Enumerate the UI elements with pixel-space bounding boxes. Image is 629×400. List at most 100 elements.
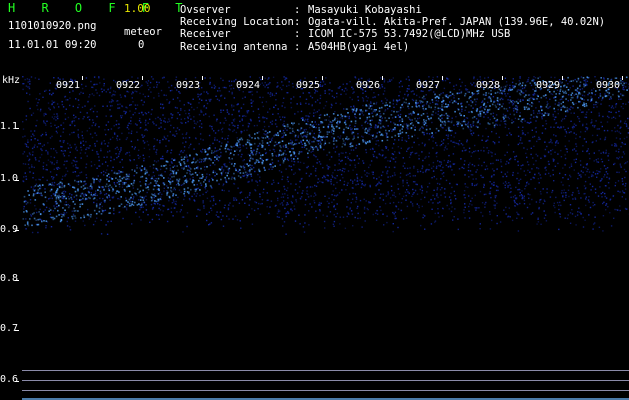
noise-dot [65, 201, 67, 203]
noise-dot [523, 147, 525, 149]
noise-dot [617, 124, 619, 127]
noise-dot [450, 199, 452, 201]
station-info: Ovserver: Masayuki Kobayashi Receiving Lo… [180, 4, 605, 53]
noise-dot [370, 102, 372, 104]
noise-dot [112, 136, 114, 139]
noise-dot [45, 227, 47, 229]
noise-dot [86, 130, 88, 132]
noise-dot [445, 179, 448, 182]
signal-dot [261, 142, 264, 144]
noise-dot [347, 156, 349, 158]
noise-dot [400, 147, 402, 149]
noise-dot [453, 190, 455, 193]
noise-dot [150, 91, 152, 93]
noise-dot [54, 116, 56, 118]
noise-dot [505, 175, 508, 178]
noise-dot [376, 178, 378, 180]
noise-dot [290, 98, 292, 100]
noise-dot [105, 193, 108, 195]
noise-dot [383, 78, 385, 80]
noise-dot [153, 145, 155, 148]
noise-dot [181, 204, 183, 206]
noise-dot [449, 101, 451, 103]
signal-dot [120, 203, 123, 205]
noise-dot [47, 151, 49, 153]
noise-dot [85, 141, 87, 143]
signal-dot [530, 114, 533, 116]
noise-dot [126, 126, 129, 129]
noise-dot [406, 150, 408, 152]
signal-dot [211, 150, 213, 152]
noise-dot [130, 104, 132, 106]
noise-dot [136, 104, 139, 106]
noise-dot [33, 146, 35, 148]
noise-dot [597, 172, 599, 175]
noise-dot [546, 112, 548, 115]
noise-dot [422, 216, 424, 219]
noise-dot [246, 176, 248, 179]
noise-dot [96, 153, 98, 155]
noise-dot [463, 167, 465, 170]
noise-dot [608, 116, 610, 119]
noise-dot [446, 148, 448, 150]
noise-dot [53, 77, 55, 79]
noise-dot [404, 191, 407, 193]
noise-dot [23, 205, 25, 208]
noise-dot [115, 123, 117, 126]
noise-dot [507, 99, 509, 101]
noise-dot [370, 101, 372, 103]
noise-dot [307, 193, 309, 196]
noise-dot [399, 176, 402, 178]
noise-dot [93, 201, 95, 204]
noise-dot [43, 122, 45, 124]
noise-dot [24, 78, 26, 81]
noise-dot [452, 163, 454, 165]
noise-dot [214, 147, 216, 149]
noise-dot [518, 179, 520, 182]
signal-dot [321, 139, 323, 141]
noise-dot [131, 146, 133, 148]
noise-dot [475, 209, 477, 211]
noise-dot [583, 138, 586, 140]
noise-dot [263, 125, 266, 128]
signal-dot [93, 209, 96, 212]
noise-dot [123, 110, 125, 113]
signal-dot [185, 181, 188, 183]
noise-dot [453, 216, 455, 218]
noise-dot [445, 134, 448, 136]
noise-dot [181, 133, 184, 135]
noise-dot [143, 147, 146, 149]
signal-dot [394, 134, 397, 137]
noise-dot [25, 203, 28, 205]
noise-dot [124, 95, 126, 97]
noise-dot [109, 87, 112, 90]
noise-dot [445, 145, 447, 147]
noise-dot [87, 101, 89, 103]
noise-dot [194, 122, 196, 124]
noise-dot [362, 160, 364, 162]
noise-dot [333, 139, 335, 141]
noise-dot [63, 212, 65, 214]
noise-dot [293, 173, 295, 175]
noise-dot [582, 166, 585, 168]
noise-dot [426, 112, 428, 115]
noise-dot [47, 159, 50, 161]
noise-dot [529, 104, 531, 106]
noise-dot [165, 94, 167, 97]
signal-dot [155, 168, 158, 170]
noise-dot [258, 152, 261, 154]
noise-dot [203, 166, 206, 168]
signal-dot [177, 169, 179, 172]
noise-dot [476, 98, 478, 100]
noise-dot [625, 170, 627, 173]
noise-dot [357, 162, 360, 164]
noise-dot [439, 189, 442, 191]
signal-dot [155, 200, 158, 203]
noise-dot [557, 108, 559, 111]
signal-dot [314, 138, 316, 140]
noise-dot [224, 97, 226, 99]
noise-dot [432, 165, 435, 168]
signal-dot [302, 119, 304, 121]
noise-dot [342, 152, 344, 154]
noise-dot [331, 201, 333, 203]
